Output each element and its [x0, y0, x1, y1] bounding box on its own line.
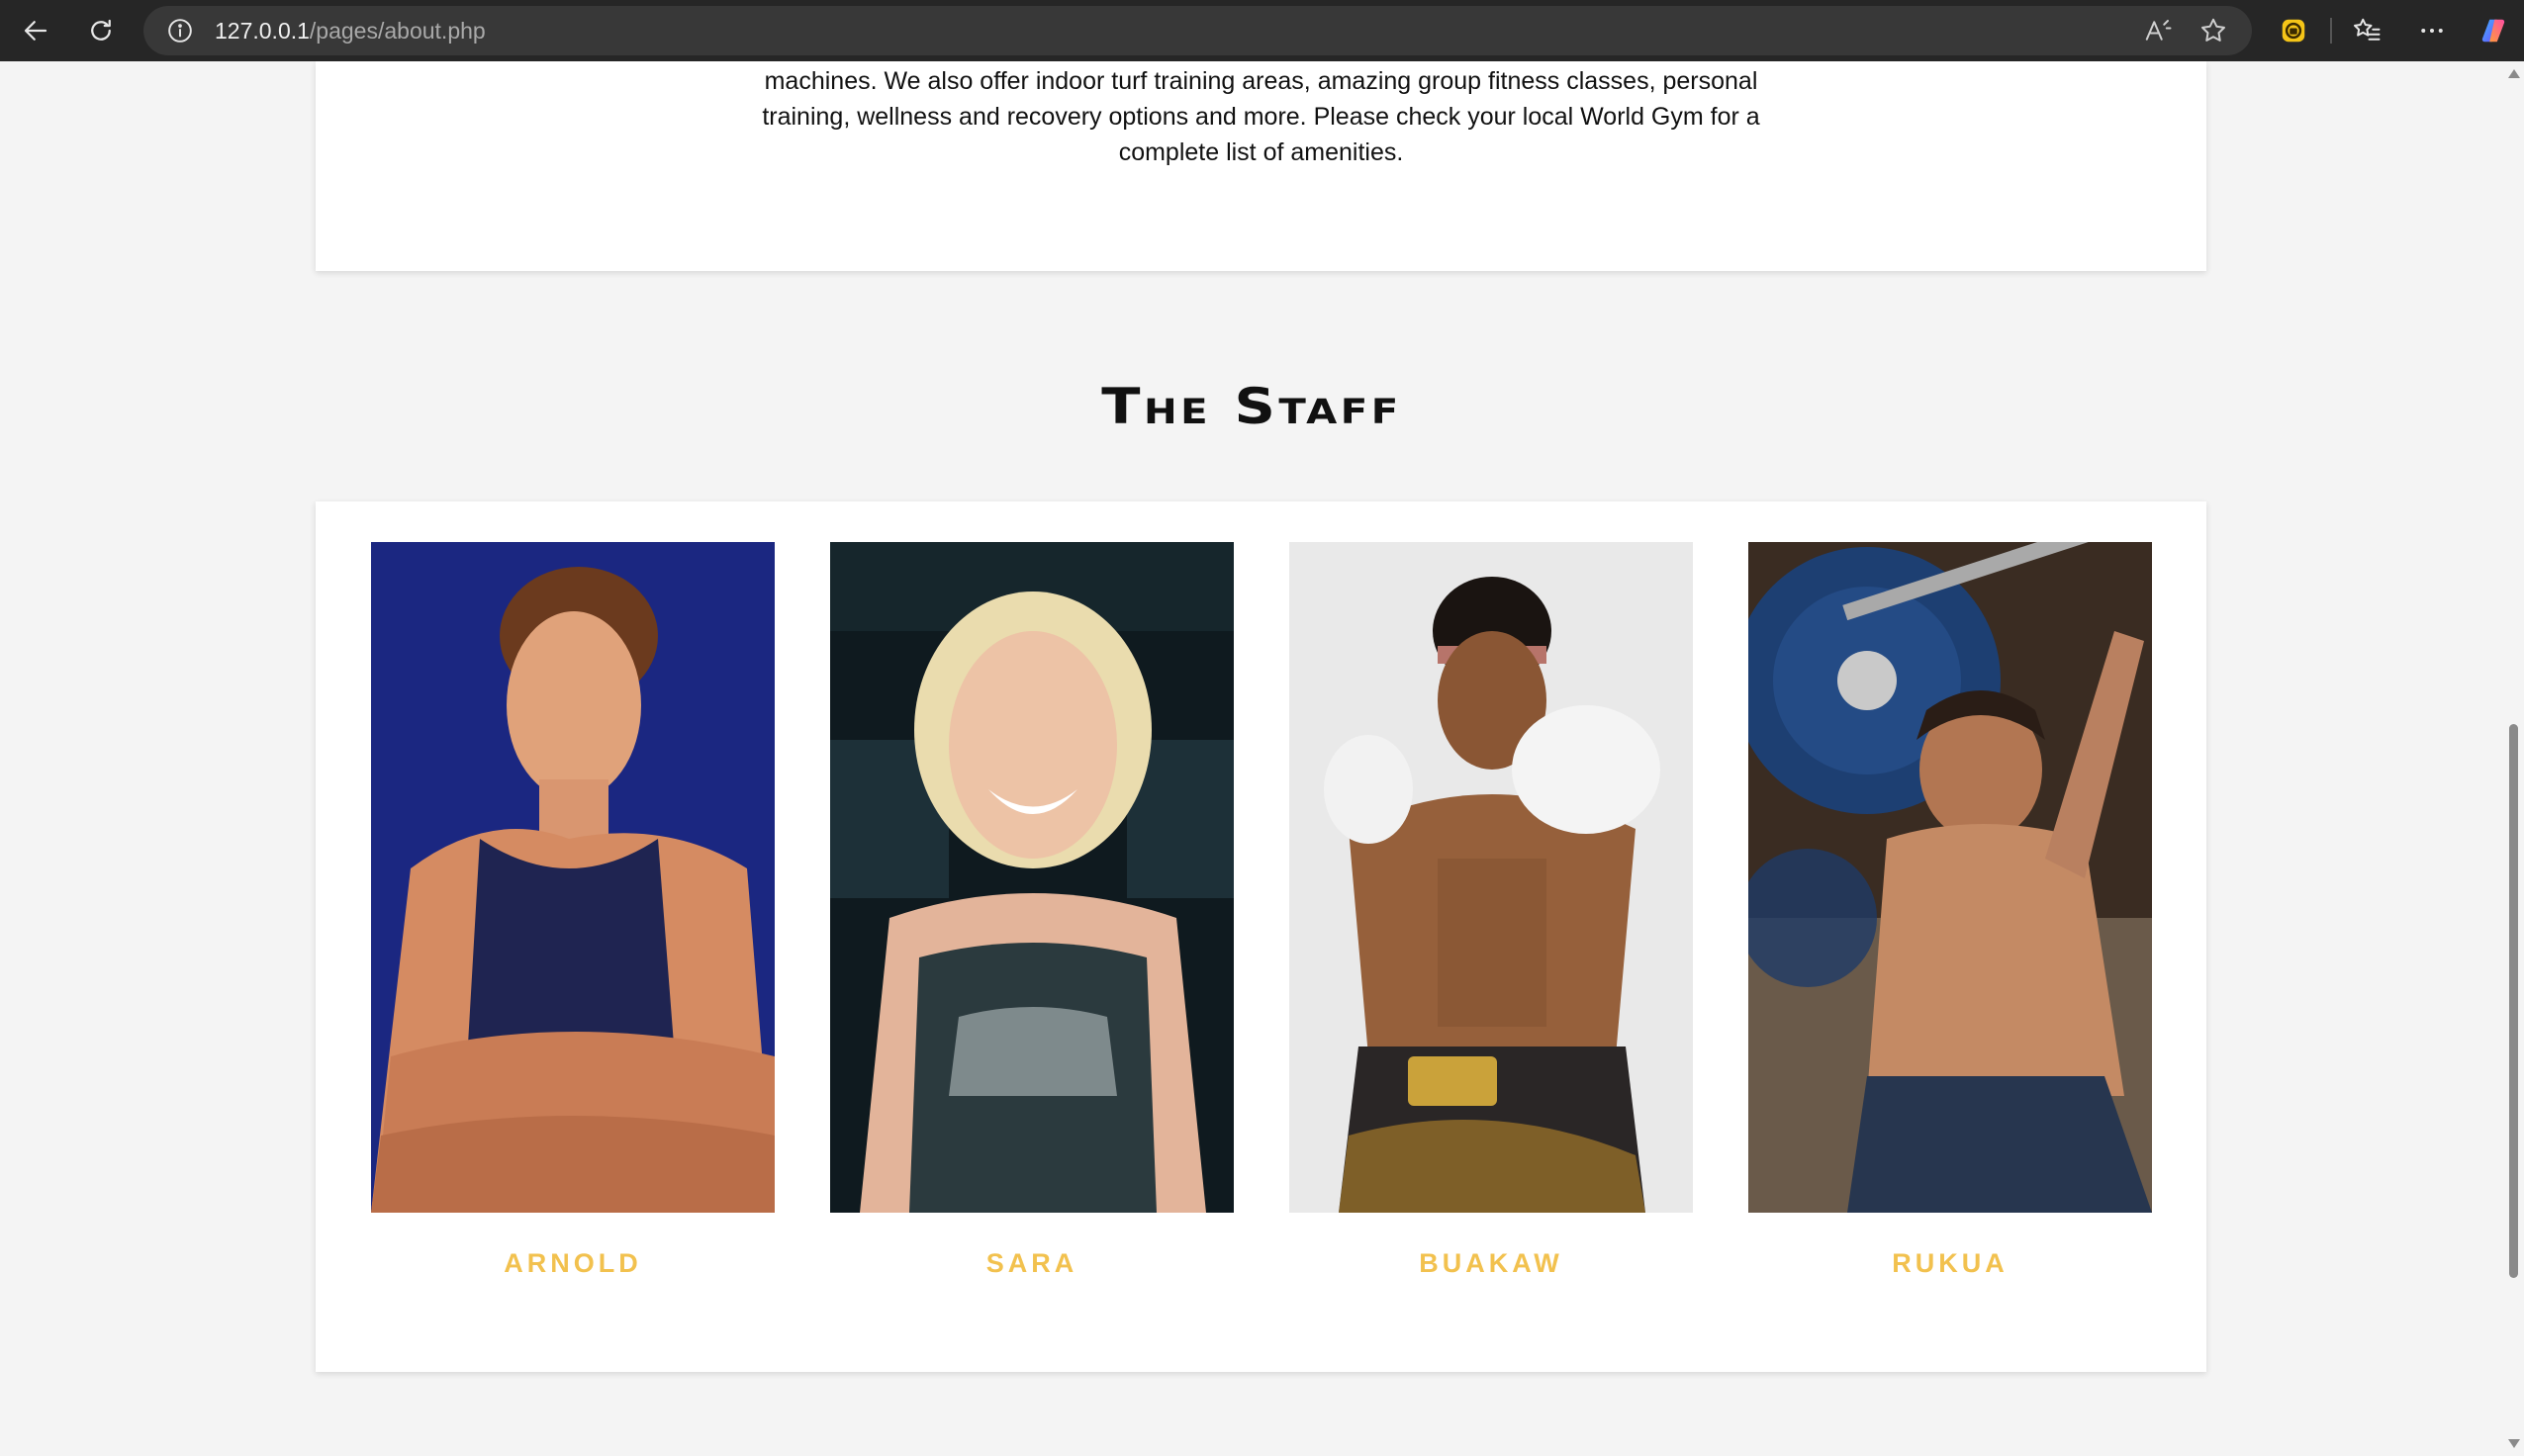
url-host: 127.0.0.1 [215, 18, 310, 44]
refresh-icon[interactable] [79, 9, 123, 52]
about-line: complete list of amenities. [1118, 138, 1404, 166]
browser-toolbar: 127.0.0.1/pages/about.php [0, 0, 2524, 61]
about-text: machines. We also offer indoor turf trai… [316, 63, 2206, 170]
staff-photo-buakaw [1289, 542, 1693, 1213]
staff-member: BUAKAW [1289, 542, 1693, 1279]
toolbar-separator [2330, 18, 2332, 44]
staff-name: BUAKAW [1419, 1248, 1563, 1278]
staff-name: ARNOLD [504, 1248, 642, 1278]
staff-name: RUKUA [1892, 1248, 2009, 1278]
address-bar[interactable]: 127.0.0.1/pages/about.php [143, 6, 2252, 55]
back-arrow-icon[interactable] [14, 9, 57, 52]
url-text[interactable]: 127.0.0.1/pages/about.php [215, 6, 486, 55]
favorite-star-icon[interactable] [2198, 16, 2228, 46]
page-scrollbar[interactable] [2503, 61, 2524, 1456]
read-aloud-icon[interactable] [2143, 16, 2173, 46]
more-icon[interactable] [2410, 9, 2454, 52]
staff-member: RUKUA [1748, 542, 2152, 1279]
about-line: training, wellness and recovery options … [762, 103, 1760, 131]
scroll-up-arrow-icon[interactable] [2508, 69, 2520, 78]
staff-photo-arnold [371, 542, 775, 1213]
about-card: machines. We also offer indoor turf trai… [316, 61, 2206, 271]
staff-photo-rukua [1748, 542, 2152, 1213]
info-icon[interactable] [167, 18, 193, 44]
staff-member: SARA [830, 542, 1234, 1279]
staff-name: SARA [985, 1248, 1078, 1278]
favorites-icon[interactable] [2345, 9, 2388, 52]
scroll-down-arrow-icon[interactable] [2508, 1439, 2520, 1448]
staff-title: The Staff [1101, 378, 1402, 435]
extension-icon[interactable] [2272, 9, 2315, 52]
url-path: /pages/about.php [309, 18, 486, 44]
page-viewport: machines. We also offer indoor turf trai… [0, 61, 2503, 1456]
scroll-thumb[interactable] [2509, 724, 2518, 1278]
copilot-icon[interactable] [2472, 9, 2515, 52]
staff-photo-sara [830, 542, 1234, 1213]
staff-member: ARNOLD [371, 542, 775, 1279]
staff-card: ARNOLD SARA BUAKAW RUKUA [316, 501, 2206, 1372]
about-line: machines. We also offer indoor turf trai… [764, 67, 1758, 95]
